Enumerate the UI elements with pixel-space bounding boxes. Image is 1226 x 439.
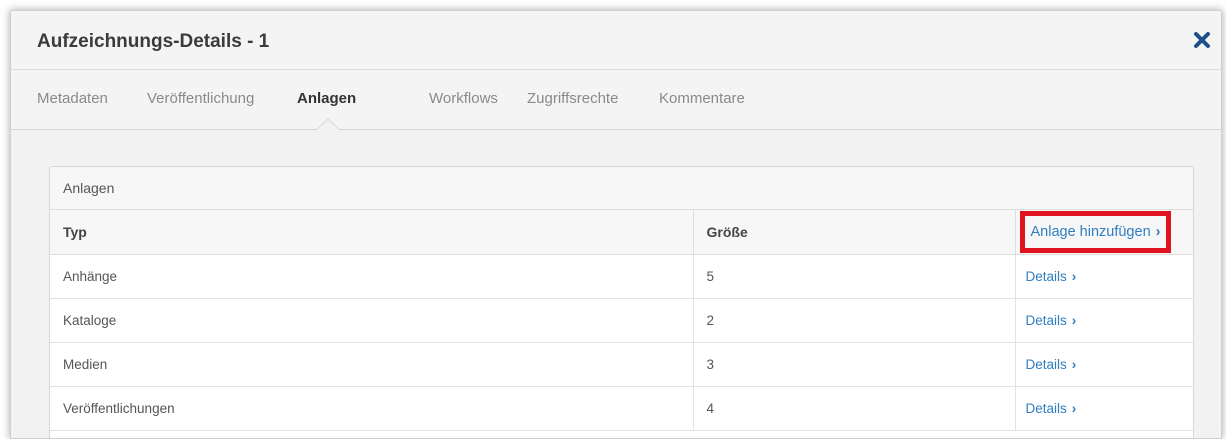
tab-content: Anlagen Typ Größe Anlage hinzufügen › Anh… — [11, 130, 1221, 438]
active-tab-indicator — [316, 118, 340, 130]
chevron-right-icon: › — [1071, 357, 1077, 372]
chevron-right-icon: › — [1071, 401, 1077, 416]
row-size: 3 — [693, 342, 1016, 387]
tab-publication[interactable]: Veröffentlichung — [147, 90, 260, 107]
details-label: Details — [1025, 401, 1067, 416]
chevron-right-icon: › — [1071, 269, 1077, 284]
panel-heading: Anlagen — [50, 167, 1193, 210]
tab-bar: Metadaten Veröffentlichung Anlagen Workf… — [11, 70, 1221, 130]
attachments-panel: Anlagen Typ Größe Anlage hinzufügen › Anh… — [49, 166, 1194, 438]
add-attachment-cell: Anlage hinzufügen › — [1015, 210, 1193, 255]
row-size: 5 — [693, 254, 1016, 299]
table-row: Anhänge 5 Details › — [50, 254, 1193, 299]
details-link[interactable]: Details › — [1026, 313, 1077, 328]
row-action: Details › — [1015, 342, 1193, 387]
details-label: Details — [1025, 357, 1067, 372]
row-action: Details › — [1015, 386, 1193, 431]
details-label: Details — [1025, 313, 1067, 328]
tab-comments[interactable]: Kommentare — [659, 90, 745, 107]
table-row: Medien 3 Details › — [50, 342, 1193, 387]
row-action: Details › — [1015, 298, 1193, 343]
row-size: 4 — [693, 386, 1016, 431]
tab-metadata[interactable]: Metadaten — [37, 90, 108, 107]
row-action: Details › — [1015, 254, 1193, 299]
chevron-right-icon: › — [1071, 313, 1077, 328]
row-type: Veröffentlichungen — [50, 386, 694, 431]
table-row: Kataloge 2 Details › — [50, 298, 1193, 343]
details-link[interactable]: Details › — [1026, 269, 1077, 284]
attachments-table: Typ Größe Anlage hinzufügen › Anhänge 5 D… — [50, 210, 1193, 431]
chevron-right-icon: › — [1155, 224, 1161, 240]
details-link[interactable]: Details › — [1026, 357, 1077, 372]
dialog-title: Aufzeichnungs-Details - 1 — [37, 31, 270, 52]
close-icon[interactable] — [1193, 31, 1211, 49]
tab-access-rights[interactable]: Zugriffsrechte — [527, 90, 618, 107]
tab-attachments[interactable]: Anlagen — [297, 90, 356, 107]
tab-workflows[interactable]: Workflows — [429, 90, 498, 107]
row-size: 2 — [693, 298, 1016, 343]
row-type: Kataloge — [50, 298, 694, 343]
attachments-dialog: Aufzeichnungs-Details - 1 Metadaten Verö… — [10, 10, 1222, 439]
column-header-size: Größe — [693, 210, 1016, 255]
dialog-header: Aufzeichnungs-Details - 1 — [11, 11, 1221, 70]
add-attachment-link[interactable]: Anlage hinzufügen › — [1019, 211, 1172, 253]
table-header-row: Typ Größe Anlage hinzufügen › — [50, 210, 1193, 255]
column-header-type: Typ — [50, 210, 694, 255]
table-row: Veröffentlichungen 4 Details › — [50, 386, 1193, 431]
add-attachment-label: Anlage hinzufügen — [1030, 224, 1151, 240]
details-label: Details — [1025, 269, 1067, 284]
details-link[interactable]: Details › — [1026, 401, 1077, 416]
panel-title: Anlagen — [63, 180, 115, 196]
row-type: Anhänge — [50, 254, 694, 299]
row-type: Medien — [50, 342, 694, 387]
